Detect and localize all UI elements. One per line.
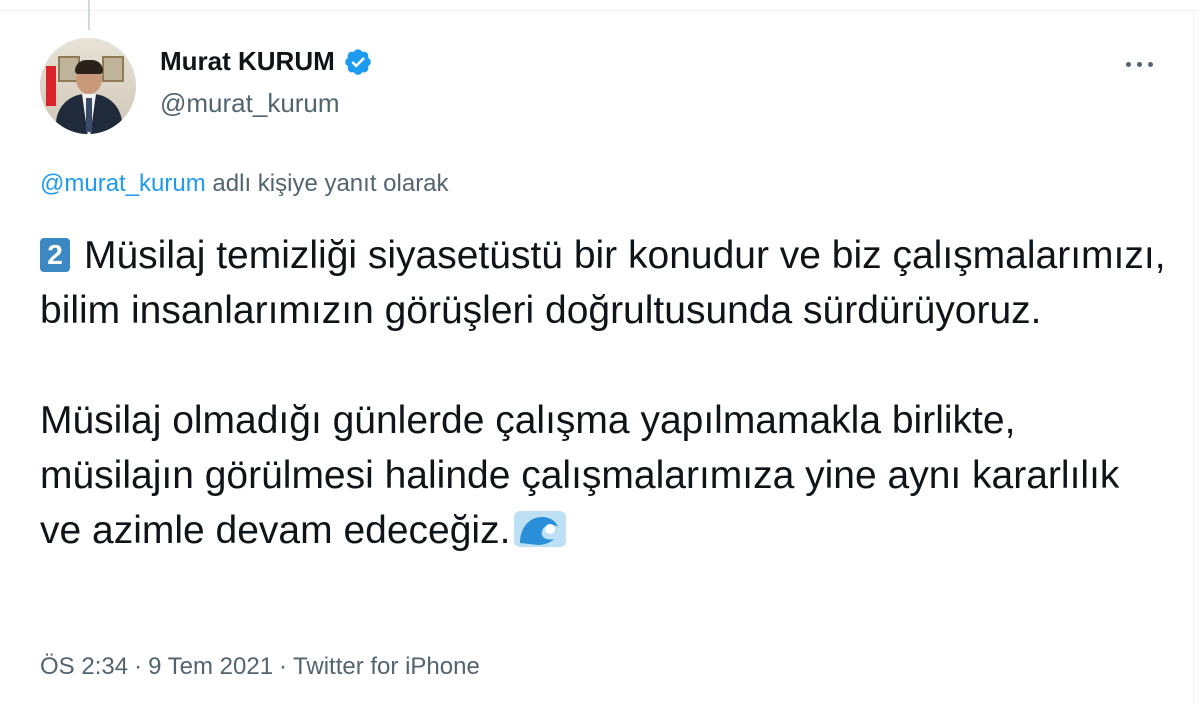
display-name[interactable]: Murat KURUM xyxy=(160,46,335,77)
avatar[interactable] xyxy=(40,38,136,134)
name-row: Murat KURUM xyxy=(160,46,373,77)
reply-to-link[interactable]: @murat_kurum xyxy=(40,170,206,197)
tweet-paragraph-2: Müsilaj olmadığı günlerde çalışma yapılm… xyxy=(40,393,1170,558)
meta-separator: · xyxy=(279,653,288,680)
top-divider xyxy=(0,0,1200,11)
water-wave-icon xyxy=(512,509,568,549)
tweet-header: Murat KURUM @murat_kurum xyxy=(40,38,1170,138)
tweet-source[interactable]: Twitter for iPhone xyxy=(293,653,480,680)
tweet-text: 2 Müsilaj temizliği siyasetüstü bir konud… xyxy=(40,228,1170,558)
reply-context: @murat_kurum adlı kişiye yanıt olarak xyxy=(40,170,449,198)
thread-connector-line xyxy=(88,0,90,30)
user-handle[interactable]: @murat_kurum xyxy=(160,88,340,119)
tweet-time[interactable]: ÖS 2:34 xyxy=(40,653,128,680)
reply-context-label: adlı kişiye yanıt olarak xyxy=(205,170,449,197)
tweet-paragraph-2-text: Müsilaj olmadığı günlerde çalışma yapılm… xyxy=(40,399,1131,552)
tweet-date[interactable]: 9 Tem 2021 xyxy=(148,653,273,680)
tweet-paragraph-1-text: Müsilaj temizliği siyasetüstü bir konudu… xyxy=(40,234,1177,332)
verified-badge-icon xyxy=(343,47,373,77)
more-options-icon[interactable] xyxy=(1120,44,1160,84)
meta-separator: · xyxy=(134,653,143,680)
number-two-emoji: 2 xyxy=(40,238,70,272)
tweet-paragraph-1: 2 Müsilaj temizliği siyasetüstü bir konud… xyxy=(40,228,1170,338)
right-divider xyxy=(1193,10,1194,704)
tweet-meta: ÖS 2:34 · 9 Tem 2021 · Twitter for iPhone xyxy=(40,653,480,681)
